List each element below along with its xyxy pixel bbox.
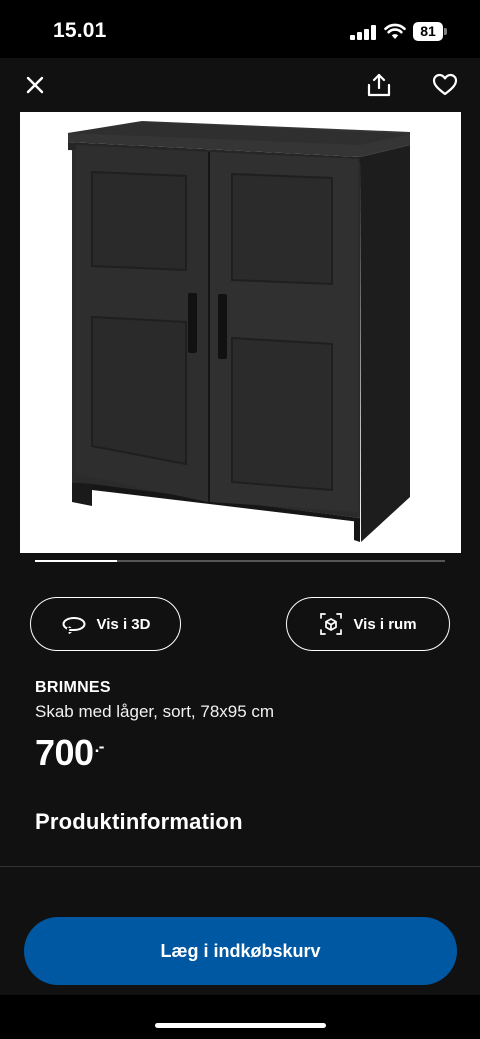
add-to-cart-button[interactable]: Læg i indkøbskurv xyxy=(24,917,457,985)
divider xyxy=(0,866,480,867)
carousel-progress-fill xyxy=(35,560,117,562)
add-to-cart-label: Læg i indkøbskurv xyxy=(160,940,321,961)
status-time: 15.01 xyxy=(53,19,107,42)
rotate-3d-icon xyxy=(62,617,86,634)
heart-icon xyxy=(432,73,458,96)
close-icon xyxy=(26,76,44,94)
product-name: BRIMNES xyxy=(35,679,111,696)
product-information-heading[interactable]: Produktinformation xyxy=(35,809,243,835)
battery-icon: 81 xyxy=(413,22,447,41)
product-price: 700 .- xyxy=(35,732,104,774)
battery-level: 81 xyxy=(413,22,443,41)
view-3d-label: Vis i 3D xyxy=(96,615,151,633)
home-indicator[interactable] xyxy=(155,1023,326,1028)
ar-cube-icon xyxy=(320,613,343,635)
price-value: 700 xyxy=(35,732,94,773)
price-suffix: .- xyxy=(94,737,105,756)
cellular-signal-icon xyxy=(350,24,376,40)
product-description: Skab med låger, sort, 78x95 cm xyxy=(35,702,275,721)
cabinet-image xyxy=(68,121,410,542)
view-in-room-button[interactable]: Vis i rum xyxy=(286,597,450,651)
view-3d-button[interactable]: Vis i 3D xyxy=(30,597,181,651)
product-image[interactable] xyxy=(20,112,461,553)
share-icon xyxy=(367,73,391,97)
favorite-button[interactable] xyxy=(430,70,460,100)
close-button[interactable] xyxy=(20,70,50,100)
image-carousel-progress xyxy=(35,560,445,562)
status-bar: 15.01 81 xyxy=(0,0,480,58)
home-indicator-area xyxy=(0,995,480,1039)
view-in-room-label: Vis i rum xyxy=(353,615,417,633)
app-header xyxy=(0,58,480,112)
share-button[interactable] xyxy=(364,70,394,100)
wifi-icon xyxy=(384,23,406,39)
